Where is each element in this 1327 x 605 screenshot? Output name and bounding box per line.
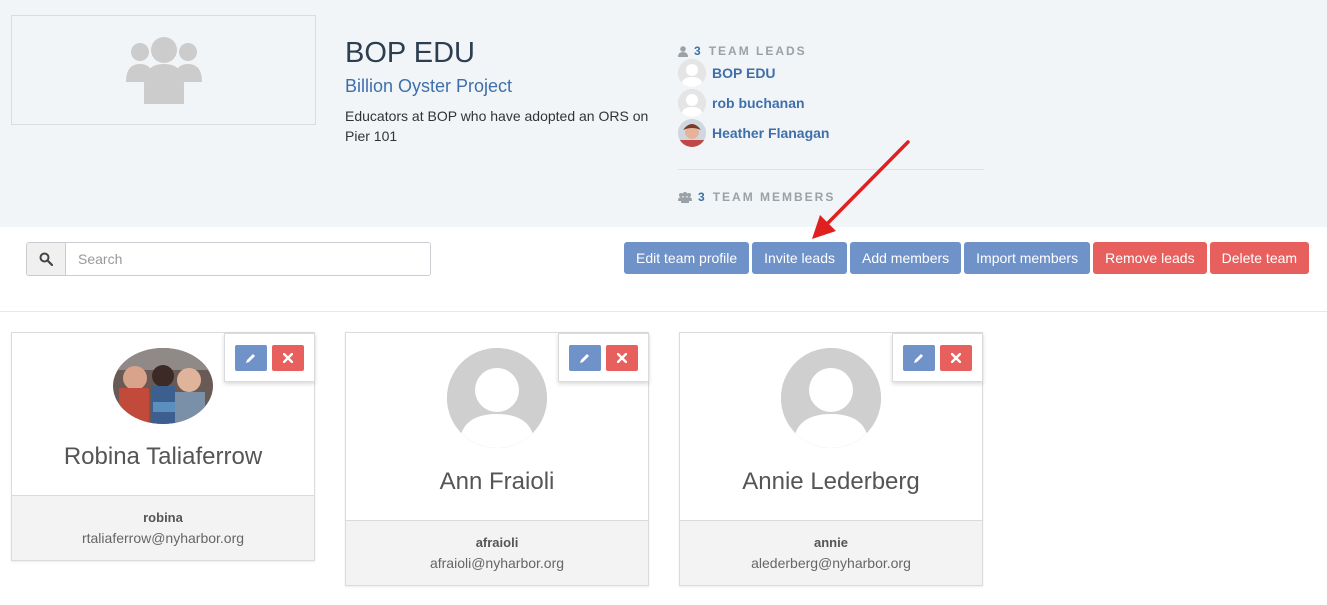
divider [678,169,984,170]
close-icon [951,352,961,363]
team-members-count: 3 [698,190,707,204]
member-email: rtaliaferrow@nyharbor.org [81,530,245,546]
team-lead-item[interactable]: Heather Flanagan [678,118,984,148]
team-members-heading: 3 TEAM MEMBERS [678,190,984,204]
pencil-icon [914,353,923,363]
pencil-icon [246,353,255,363]
member-details: annie alederberg@nyharbor.org [680,520,982,585]
avatar [113,348,213,424]
invite-leads-button[interactable]: Invite leads [752,242,847,274]
card-actions [892,333,983,382]
remove-leads-button[interactable]: Remove leads [1093,242,1207,274]
team-leads-count: 3 [694,44,703,58]
member-email: afraioli@nyharbor.org [429,555,565,571]
remove-member-button[interactable] [940,344,972,371]
avatar [678,119,706,147]
team-roster-summary: 3 TEAM LEADS BOP EDU rob buchanan Heathe… [678,44,984,204]
card-actions [224,333,315,382]
remove-member-button[interactable] [606,344,638,371]
delete-team-button[interactable]: Delete team [1209,242,1310,274]
toolbar: Edit team profile Invite leads Add membe… [0,227,1327,312]
add-members-button[interactable]: Add members [850,242,962,274]
member-name: Ann Fraioli [439,468,555,495]
team-header: BOP EDU Billion Oyster Project Educators… [0,0,1327,227]
avatar [447,348,547,448]
search-icon [27,243,66,275]
edit-member-button[interactable] [569,344,601,371]
avatar [678,89,706,117]
member-email: alederberg@nyharbor.org [751,555,911,571]
member-details: afraioli afraioli@nyharbor.org [346,520,648,585]
member-name: Annie Lederberg [742,468,920,495]
close-icon [283,352,293,363]
member-card: Ann Fraioli afraioli afraioli@nyharbor.o… [345,332,649,586]
card-actions [558,333,649,382]
member-card: Robina Taliaferrow robina rtaliaferrow@n… [11,332,315,561]
close-icon [617,352,627,363]
avatar [678,59,706,87]
users-icon [678,191,692,203]
team-leads-heading: 3 TEAM LEADS [678,44,984,58]
member-name: Robina Taliaferrow [63,443,263,470]
team-info: BOP EDU Billion Oyster Project Educators… [345,36,655,146]
team-leads-label: TEAM LEADS [708,44,807,58]
remove-member-button[interactable] [272,344,304,371]
member-details: robina rtaliaferrow@nyharbor.org [12,495,314,560]
member-card: Annie Lederberg annie alederberg@nyharbo… [679,332,983,586]
team-organization-link[interactable]: Billion Oyster Project [345,76,655,97]
team-lead-name[interactable]: BOP EDU [712,65,776,81]
team-description: Educators at BOP who have adopted an ORS… [345,108,649,144]
search-group [26,242,431,276]
team-lead-item[interactable]: rob buchanan [678,88,984,118]
edit-member-button[interactable] [903,344,935,371]
team-actions: Edit team profile Invite leads Add membe… [624,242,1310,274]
member-username: robina [143,510,183,525]
edit-member-button[interactable] [235,344,267,371]
team-photo [11,15,316,125]
team-lead-name[interactable]: Heather Flanagan [712,125,829,141]
users-icon [125,37,202,104]
search-input[interactable] [66,243,430,275]
edit-team-profile-button[interactable]: Edit team profile [624,242,750,274]
team-lead-item[interactable]: BOP EDU [678,58,984,88]
import-members-button[interactable]: Import members [964,242,1091,274]
team-members-label: TEAM MEMBERS [712,190,836,204]
user-icon [678,45,688,57]
team-name: BOP EDU [345,37,476,69]
member-username: annie [814,535,848,550]
team-lead-name[interactable]: rob buchanan [712,95,805,111]
member-username: afraioli [475,535,519,550]
pencil-icon [580,353,589,363]
avatar [781,348,881,448]
